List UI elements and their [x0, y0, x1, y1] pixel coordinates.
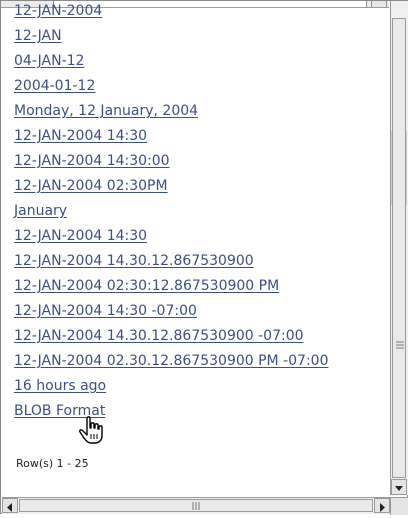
format-link[interactable]: 12-JAN-2004	[14, 3, 102, 19]
date-format-list: 12-JAN-2004 12-JAN 04-JAN-12 2004-01-12 …	[14, 1, 329, 422]
list-item: 12-JAN-2004 14:30 -07:00	[14, 297, 329, 322]
format-link[interactable]: 12-JAN-2004 02:30:12.867530900 PM	[14, 278, 279, 294]
format-link[interactable]: 04-JAN-12	[14, 53, 84, 69]
report-region: 12-JAN-2004 12-JAN 04-JAN-12 2004-01-12 …	[2, 1, 389, 495]
list-item: BLOB Format	[14, 397, 329, 422]
list-item: 12-JAN-2004 14.30.12.867530900 -07:00	[14, 322, 329, 347]
list-item: 12-JAN-2004 14:30:00	[14, 147, 329, 172]
list-item: 16 hours ago	[14, 372, 329, 397]
format-link[interactable]: Monday, 12 January, 2004	[14, 103, 198, 119]
list-item: 2004-01-12	[14, 72, 329, 97]
horizontal-scrollbar[interactable]	[2, 497, 390, 514]
hand-pointer-icon	[79, 416, 103, 444]
grip-icon	[396, 341, 404, 349]
list-item: 12-JAN-2004 14:30	[14, 122, 329, 147]
format-link[interactable]: 12-JAN-2004 02:30PM	[14, 178, 168, 194]
arrow-right-icon[interactable]	[374, 498, 390, 513]
format-link[interactable]: 12-JAN-2004 14:30	[14, 228, 147, 244]
list-item: 12-JAN-2004	[14, 1, 329, 22]
format-link[interactable]: 12-JAN-2004 14:30:00	[14, 153, 170, 169]
list-item: 04-JAN-12	[14, 47, 329, 72]
vertical-scrollbar[interactable]	[390, 1, 408, 495]
scrollbar-corner	[390, 497, 408, 515]
arrow-left-icon[interactable]	[2, 498, 18, 513]
list-item: 12-JAN-2004 02.30.12.867530900 PM -07:00	[14, 347, 329, 372]
horizontal-scroll-thumb[interactable]	[19, 499, 373, 512]
format-link[interactable]: 12-JAN-2004 14:30	[14, 128, 147, 144]
list-item: Monday, 12 January, 2004	[14, 97, 329, 122]
format-link[interactable]: 12-JAN	[14, 28, 62, 44]
format-link[interactable]: 12-JAN-2004 02.30.12.867530900 PM -07:00	[14, 353, 329, 369]
list-item: 12-JAN-2004 14:30	[14, 222, 329, 247]
format-link[interactable]: 2004-01-12	[14, 78, 95, 94]
format-link[interactable]: 12-JAN-2004 14.30.12.867530900	[14, 253, 254, 269]
format-link[interactable]: 12-JAN-2004 14:30 -07:00	[14, 303, 197, 319]
format-link[interactable]: 16 hours ago	[14, 378, 106, 394]
pagination-rows: Row(s) 1 - 25	[16, 457, 89, 470]
browser-frame: 12-JAN-2004 12-JAN 04-JAN-12 2004-01-12 …	[0, 0, 408, 515]
arrow-down-icon[interactable]	[391, 479, 407, 495]
list-item: 12-JAN-2004 02:30PM	[14, 172, 329, 197]
list-item: January	[14, 197, 329, 222]
format-link[interactable]: 12-JAN-2004 14.30.12.867530900 -07:00	[14, 328, 304, 344]
vertical-scroll-thumb[interactable]	[392, 18, 406, 478]
list-item: 12-JAN-2004 14.30.12.867530900	[14, 247, 329, 272]
list-item: 12-JAN	[14, 22, 329, 47]
list-item: 12-JAN-2004 02:30:12.867530900 PM	[14, 272, 329, 297]
grip-icon	[192, 502, 200, 510]
format-link[interactable]: January	[14, 203, 67, 219]
